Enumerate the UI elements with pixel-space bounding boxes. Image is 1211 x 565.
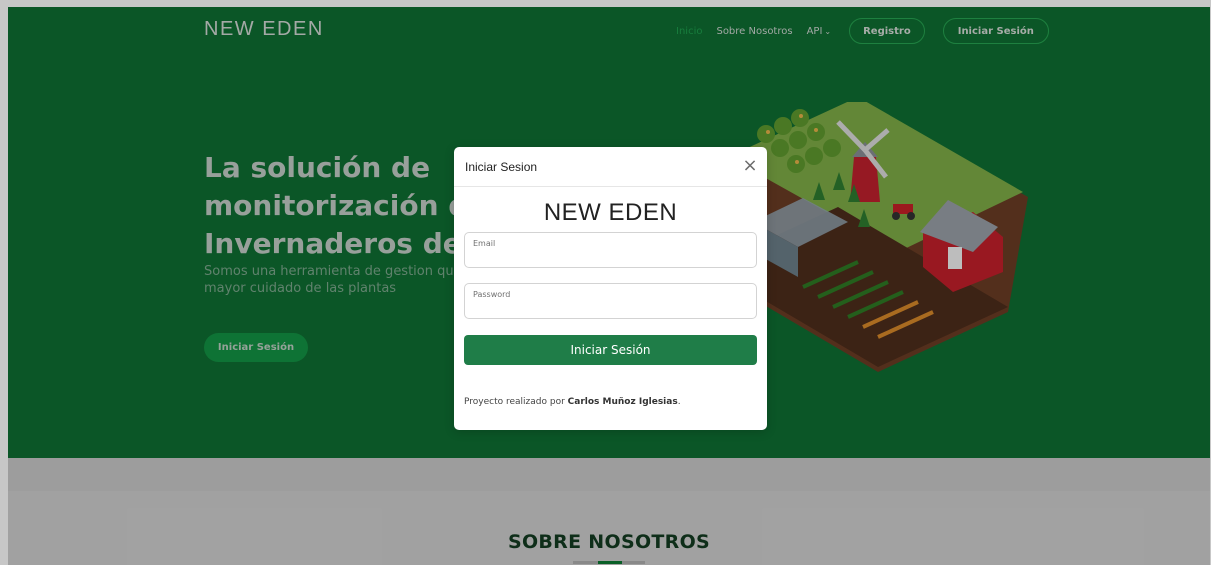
- email-label: Email: [473, 239, 496, 248]
- credit-suffix: .: [677, 397, 681, 407]
- password-field[interactable]: Password: [464, 283, 757, 319]
- email-field[interactable]: Email: [464, 232, 757, 268]
- login-submit-button[interactable]: Iniciar Sesión: [464, 335, 757, 365]
- modal-header: Iniciar Sesion ×: [454, 147, 767, 187]
- close-icon[interactable]: ×: [742, 156, 758, 176]
- modal-brand: NEW EDEN: [543, 199, 678, 226]
- credit-prefix: Proyecto realizado por: [464, 397, 568, 407]
- password-label: Password: [473, 290, 511, 299]
- modal-title: Iniciar Sesion: [465, 160, 538, 174]
- credit-author: Carlos Muñoz Iglesias: [567, 397, 678, 407]
- credit-text: Proyecto realizado por Carlos Muñoz Igle…: [464, 397, 681, 407]
- login-modal: Iniciar Sesion × NEW EDEN Email Password…: [454, 147, 767, 430]
